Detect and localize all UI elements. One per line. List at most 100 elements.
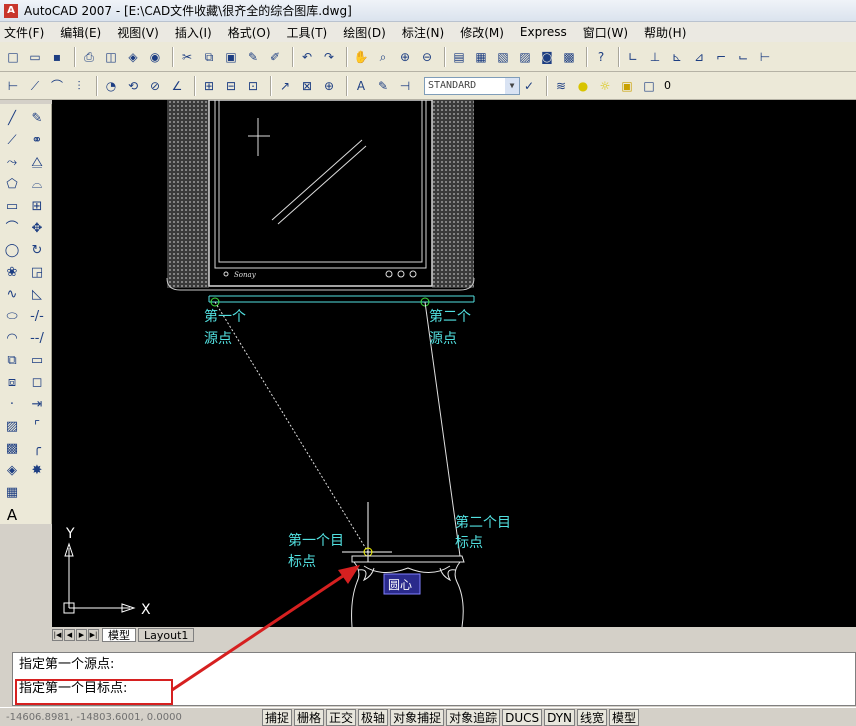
dimedit-icon[interactable]: ✎ xyxy=(374,77,392,95)
offset-icon[interactable]: ⌓ xyxy=(28,176,46,194)
region-icon[interactable]: ◈ xyxy=(3,462,21,480)
make-block-icon[interactable]: ⧈ xyxy=(3,374,21,392)
dim-angular-icon[interactable]: ∠ xyxy=(168,77,186,95)
trim-icon[interactable]: -/- xyxy=(28,308,46,326)
markup-icon[interactable]: ◙ xyxy=(538,48,556,66)
stretch-icon[interactable]: ◺ xyxy=(28,286,46,304)
save-icon[interactable]: ▪ xyxy=(48,48,66,66)
break-icon[interactable]: ◻ xyxy=(28,374,46,392)
dim-arc-icon[interactable]: ⌒ xyxy=(48,77,66,95)
command-window[interactable]: 指定第一个源点: 指定第一个目标点: xyxy=(12,652,856,706)
redo-icon[interactable]: ↷ xyxy=(320,48,338,66)
dim-tolerance-icon[interactable]: ⊠ xyxy=(298,77,316,95)
status-grid[interactable]: 栅格 xyxy=(294,708,325,726)
undo-icon[interactable]: ↶ xyxy=(298,48,316,66)
rectangle-icon[interactable]: ▭ xyxy=(3,198,21,216)
text-style-select[interactable]: STANDARD ▼ xyxy=(424,76,520,95)
array-icon[interactable]: ⊞ xyxy=(28,198,46,216)
status-polar[interactable]: 极轴 xyxy=(358,708,389,726)
menu-modify[interactable]: 修改(M) xyxy=(460,24,504,41)
plot-preview-icon[interactable]: ◫ xyxy=(102,48,120,66)
gradient-icon[interactable]: ▩ xyxy=(3,440,21,458)
menu-dimension[interactable]: 标注(N) xyxy=(402,24,444,41)
chamfer-icon[interactable]: ⌜ xyxy=(28,418,46,436)
tool-palettes-icon[interactable]: ▧ xyxy=(494,48,512,66)
menu-window[interactable]: 窗口(W) xyxy=(583,24,628,41)
text-style-icon[interactable]: A xyxy=(352,77,370,95)
ellipse-icon[interactable]: ⬭ xyxy=(3,308,21,326)
drawing-canvas[interactable]: Sonay 第一个源点 第二个源点 第一个目标点 第二个目标点 圆心 Y X xyxy=(52,100,856,627)
extend-icon[interactable]: --/ xyxy=(28,330,46,348)
tab-next-icon[interactable]: ▶ xyxy=(76,629,87,641)
dim-ordinate-icon[interactable]: ⫶ xyxy=(70,77,88,95)
design-center-icon[interactable]: ▦ xyxy=(472,48,490,66)
line-icon[interactable]: ╱ xyxy=(3,110,21,128)
circle-icon[interactable]: ◯ xyxy=(3,242,21,260)
autocad-app-icon[interactable]: A xyxy=(4,3,18,18)
chevron-down-icon[interactable]: ▼ xyxy=(505,77,519,94)
dimstyle-icon[interactable]: ⊣ xyxy=(396,77,414,95)
tab-prev-icon[interactable]: ◀ xyxy=(64,629,75,641)
ucs-origin-icon[interactable]: ⊢ xyxy=(756,48,774,66)
ellipse-arc-icon[interactable]: ◠ xyxy=(3,330,21,348)
new-icon[interactable]: □ xyxy=(4,48,22,66)
table-icon[interactable]: ▦ xyxy=(3,484,21,502)
dim-radius-icon[interactable]: ◔ xyxy=(102,77,120,95)
dim-quick-icon[interactable]: ⊞ xyxy=(200,77,218,95)
lock-icon[interactable]: ▣ xyxy=(618,77,636,95)
menu-express[interactable]: Express xyxy=(520,25,567,39)
join-icon[interactable]: ⇥ xyxy=(28,396,46,414)
move-icon[interactable]: ✥ xyxy=(28,220,46,238)
status-ortho[interactable]: 正交 xyxy=(326,708,357,726)
fillet-icon[interactable]: ╭ xyxy=(28,440,46,458)
dim-update-icon[interactable]: ✓ xyxy=(520,77,538,95)
open-icon[interactable]: ▭ xyxy=(26,48,44,66)
menu-tools[interactable]: 工具(T) xyxy=(287,24,328,41)
menu-draw[interactable]: 绘图(D) xyxy=(343,24,386,41)
current-layer[interactable]: 0 xyxy=(664,79,671,92)
mtext-icon[interactable]: A xyxy=(3,506,21,524)
print-icon[interactable]: ⎙ xyxy=(80,48,98,66)
menu-insert[interactable]: 插入(I) xyxy=(175,24,212,41)
blockeditor-icon[interactable]: ✐ xyxy=(266,48,284,66)
dim-leader-icon[interactable]: ↗ xyxy=(276,77,294,95)
calculator-icon[interactable]: ▩ xyxy=(560,48,578,66)
ucs-world-icon[interactable]: ⊥ xyxy=(646,48,664,66)
dim-continue-icon[interactable]: ⊡ xyxy=(244,77,262,95)
properties-icon[interactable]: ▤ xyxy=(450,48,468,66)
mirror-icon[interactable]: ⧋ xyxy=(28,154,46,172)
layer-manager-icon[interactable]: ≋ xyxy=(552,77,570,95)
zoom-previous-icon[interactable]: ⊖ xyxy=(418,48,436,66)
publish-icon[interactable]: ◈ xyxy=(124,48,142,66)
layer-color-icon[interactable]: □ xyxy=(640,77,658,95)
point-icon[interactable]: · xyxy=(3,396,21,414)
hatch-icon[interactable]: ▨ xyxy=(3,418,21,436)
spline-icon[interactable]: ∿ xyxy=(3,286,21,304)
menu-view[interactable]: 视图(V) xyxy=(117,24,159,41)
cut-icon[interactable]: ✂ xyxy=(178,48,196,66)
ucs-face-icon[interactable]: ⊿ xyxy=(690,48,708,66)
status-dyn[interactable]: DYN xyxy=(544,708,576,726)
ucs-view-icon[interactable]: ⌙ xyxy=(734,48,752,66)
status-otrack[interactable]: 对象追踪 xyxy=(446,708,501,726)
dim-aligned-icon[interactable]: ⟋ xyxy=(26,77,44,95)
tab-last-icon[interactable]: ▶| xyxy=(88,629,99,641)
dwf-icon[interactable]: ◉ xyxy=(146,48,164,66)
rotate-icon[interactable]: ↻ xyxy=(28,242,46,260)
copy-icon[interactable]: ⧉ xyxy=(200,48,218,66)
ucs-icon[interactable]: ∟ xyxy=(624,48,642,66)
dim-center-icon[interactable]: ⊕ xyxy=(320,77,338,95)
insert-block-icon[interactable]: ⧉ xyxy=(3,352,21,370)
revcloud-icon[interactable]: ❀ xyxy=(3,264,21,282)
arc-icon[interactable]: ⌒ xyxy=(3,220,21,238)
matchprop-icon[interactable]: ✎ xyxy=(244,48,262,66)
polyline-icon[interactable]: ⤳ xyxy=(3,154,21,172)
tab-model[interactable]: 模型 xyxy=(102,628,136,642)
polygon-icon[interactable]: ⬠ xyxy=(3,176,21,194)
menu-file[interactable]: 文件(F) xyxy=(4,24,44,41)
menu-format[interactable]: 格式(O) xyxy=(228,24,271,41)
zoom-realtime-icon[interactable]: ⌕ xyxy=(374,48,392,66)
menu-edit[interactable]: 编辑(E) xyxy=(60,24,101,41)
ucs-object-icon[interactable]: ⌐ xyxy=(712,48,730,66)
explode-icon[interactable]: ✸ xyxy=(28,462,46,480)
